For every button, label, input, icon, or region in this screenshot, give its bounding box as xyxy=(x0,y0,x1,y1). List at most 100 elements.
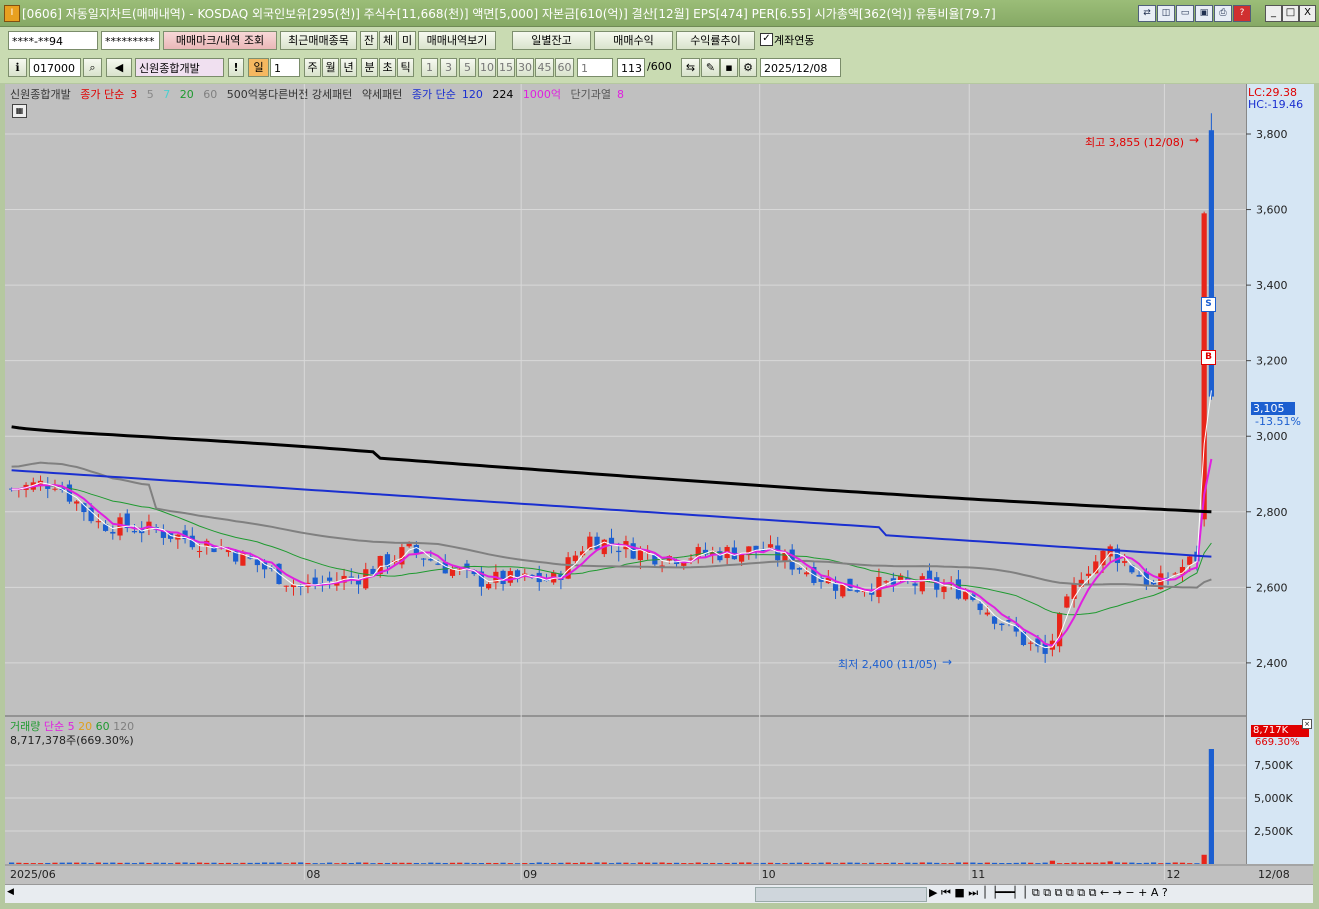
volume-bar xyxy=(196,862,203,864)
candle-body xyxy=(594,536,600,550)
volume-bar xyxy=(334,863,340,864)
volume-bar xyxy=(1187,863,1193,864)
playback-controls[interactable]: ▶ ⏮ ■ ⏭ │ ┝━━┥ │ ⧉ ⧉ ⧉ ⧉ ⧉ ⧉ ← → − + A ? xyxy=(929,886,1168,900)
scroll-thumb[interactable] xyxy=(755,887,927,902)
volume-close-icon[interactable]: × xyxy=(1302,719,1312,729)
volume-bar xyxy=(717,863,723,864)
candle-body xyxy=(196,550,203,552)
volume-bar xyxy=(1136,863,1142,864)
horizontal-scrollbar[interactable]: ◀ ▶ ⏮ ■ ⏭ │ ┝━━┥ │ ⧉ ⧉ ⧉ ⧉ ⧉ ⧉ ← → − + A… xyxy=(5,884,1313,903)
volume-bar xyxy=(753,863,759,864)
volume-bar xyxy=(298,862,304,864)
x-tick-label: 10 xyxy=(762,868,776,881)
volume-bar xyxy=(1042,862,1048,864)
volume-bar xyxy=(1158,863,1164,864)
volume-bar xyxy=(1172,862,1178,864)
volume-bar xyxy=(175,862,181,864)
volume-bar xyxy=(420,863,427,864)
volume-bar xyxy=(746,862,752,864)
volume-bar xyxy=(435,862,441,864)
volume-bar xyxy=(319,863,326,864)
scroll-left-icon[interactable]: ◀ xyxy=(7,887,19,900)
volume-bar xyxy=(637,862,644,864)
volume-bar xyxy=(37,863,44,864)
volume-bar xyxy=(529,862,535,864)
volume-bar xyxy=(399,862,405,864)
buy-marker-icon: B xyxy=(1201,350,1216,365)
volume-bar xyxy=(514,863,521,864)
volume-bar xyxy=(500,862,506,864)
x-tick-label: 09 xyxy=(523,868,537,881)
volume-bar xyxy=(608,863,615,864)
volume-bar xyxy=(1143,862,1149,864)
volume-bar xyxy=(370,863,376,864)
volume-bar xyxy=(955,862,962,864)
current-price-pct: -13.51% xyxy=(1255,415,1301,428)
volume-bar xyxy=(977,862,983,864)
volume-bar xyxy=(934,862,940,864)
volume-bar xyxy=(413,862,419,864)
current-price-badge: 3,105 xyxy=(1251,402,1295,415)
volume-bar xyxy=(168,863,174,864)
volume-bar xyxy=(1006,863,1012,864)
candle-body xyxy=(1071,583,1077,599)
sell-marker-icon: S xyxy=(1201,297,1216,312)
volume-bar xyxy=(312,863,318,864)
volume-bar xyxy=(919,862,925,864)
candle-body xyxy=(348,576,354,578)
volume-bar xyxy=(1165,862,1171,864)
candle-body xyxy=(1187,556,1193,565)
volume-bar xyxy=(1201,854,1207,864)
volume-bar xyxy=(847,862,853,864)
vol-tick-label: 7,500K xyxy=(1254,759,1293,772)
volume-bar xyxy=(1028,862,1034,864)
vol-tick-label: 5,000K xyxy=(1254,792,1293,805)
volume-bar xyxy=(652,862,658,864)
volume-bar xyxy=(572,862,578,864)
volume-bar xyxy=(283,863,289,864)
volume-bar xyxy=(695,862,701,864)
volume-bar xyxy=(182,862,188,864)
volume-bar xyxy=(890,862,896,864)
candle-body xyxy=(327,577,333,581)
volume-bar xyxy=(673,862,680,864)
volume-bar xyxy=(1107,861,1113,864)
volume-bar xyxy=(789,862,795,864)
volume-bar xyxy=(1071,862,1077,864)
y-tick-label: 3,000 xyxy=(1256,430,1288,443)
volume-bar xyxy=(1085,862,1092,864)
candle-body xyxy=(1085,573,1092,576)
volume-bar xyxy=(146,862,152,864)
candle-body xyxy=(572,555,578,562)
volume-bar xyxy=(681,863,687,864)
volume-bar xyxy=(348,862,354,864)
candle-body xyxy=(991,616,998,624)
candle-body xyxy=(840,584,846,597)
y-tick-label: 3,800 xyxy=(1256,128,1288,141)
volume-bar xyxy=(1093,862,1099,864)
volume-bar xyxy=(507,863,513,864)
candle-body xyxy=(95,521,101,523)
volume-bar xyxy=(601,862,607,864)
volume-bar xyxy=(225,862,232,864)
candle-body xyxy=(486,584,492,589)
volume-bar xyxy=(767,862,774,864)
volume-bar xyxy=(645,862,651,864)
high-arrow-icon: → xyxy=(1189,133,1200,147)
candle-body xyxy=(926,570,933,580)
volume-bar xyxy=(912,862,918,864)
volume-bar xyxy=(363,862,369,864)
volume-bar xyxy=(970,862,976,864)
volume-bar xyxy=(153,862,159,864)
volume-bar xyxy=(688,863,694,864)
volume-bar xyxy=(341,862,347,864)
volume-bar xyxy=(897,863,904,864)
volume-bar xyxy=(594,862,600,864)
candle-body xyxy=(999,623,1005,626)
volume-bar xyxy=(290,862,297,864)
volume-bar xyxy=(760,862,766,864)
x-tick-label: 2025/06 xyxy=(10,868,56,881)
volume-bar xyxy=(16,862,22,864)
ma3-line xyxy=(11,390,1212,649)
volume-bar xyxy=(406,862,412,864)
